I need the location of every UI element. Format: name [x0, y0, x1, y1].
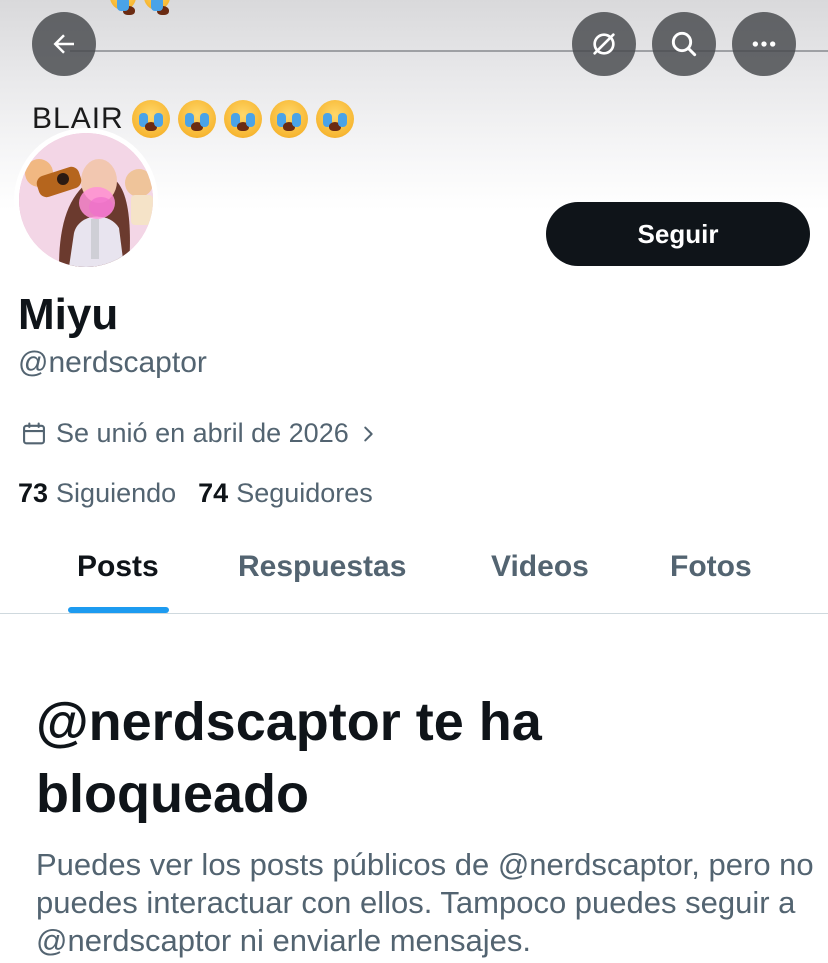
translate-toggle-button[interactable] — [572, 12, 636, 76]
tab-posts[interactable]: Posts — [77, 538, 159, 614]
profile-tabs: Posts Respuestas Videos Fotos — [0, 538, 828, 614]
loudly-crying-face-icon — [315, 100, 354, 138]
follow-stats: 73 Siguiendo 74 Seguidores — [18, 478, 373, 509]
tab-photos[interactable]: Fotos — [670, 538, 752, 614]
user-handle: @nerdscaptor — [18, 346, 207, 379]
back-button[interactable] — [32, 12, 96, 76]
tab-videos[interactable]: Videos — [491, 538, 589, 614]
calendar-icon — [23, 421, 45, 444]
loudly-crying-face-icon — [110, 0, 136, 15]
avatar-image — [19, 133, 153, 267]
blocked-notice-title: @nerdscaptor te ha bloqueado — [36, 692, 542, 824]
tab-replies-label: Respuestas — [238, 550, 407, 583]
joined-date-row[interactable]: Se unió en abril de 2026 — [20, 418, 379, 449]
banner-emoji-row-top — [110, 0, 170, 15]
more-options-button[interactable] — [732, 12, 796, 76]
followers-count: 74 — [198, 478, 229, 508]
loudly-crying-face-icon — [269, 100, 308, 138]
joined-date-text: Se unió en abril de 2026 — [56, 418, 349, 448]
followers-label: Seguidores — [236, 478, 373, 508]
search-button[interactable] — [652, 12, 716, 76]
translate-off-icon — [593, 33, 615, 55]
avatar[interactable] — [14, 128, 158, 272]
tab-replies[interactable]: Respuestas — [238, 538, 406, 614]
arrow-left-icon — [53, 34, 74, 54]
loudly-crying-face-icon — [223, 100, 262, 138]
followers-stat[interactable]: 74 Seguidores — [198, 478, 373, 509]
following-count: 73 — [18, 478, 49, 508]
tab-videos-label: Videos — [491, 550, 589, 583]
search-icon — [671, 31, 697, 57]
follow-button[interactable]: Seguir — [546, 202, 810, 266]
following-label: Siguiendo — [56, 478, 177, 508]
blocked-notice-description: Puedes ver los posts públicos de @nerdsc… — [36, 847, 814, 958]
following-stat[interactable]: 73 Siguiendo — [18, 478, 176, 509]
loudly-crying-face-icon — [144, 0, 170, 15]
tab-posts-label: Posts — [77, 550, 159, 583]
avatar-photo-illustration — [19, 133, 153, 267]
loudly-crying-face-icon — [177, 100, 216, 138]
active-tab-indicator — [68, 607, 169, 613]
profile-page: BLAIR Seguir Miyu @nerdscaptor Se unió e… — [0, 0, 828, 963]
tab-photos-label: Fotos — [670, 550, 752, 583]
loudly-crying-face-icon — [131, 100, 170, 138]
more-horizontal-icon — [752, 41, 776, 47]
chevron-right-icon — [363, 426, 373, 441]
display-name: Miyu — [18, 290, 119, 339]
